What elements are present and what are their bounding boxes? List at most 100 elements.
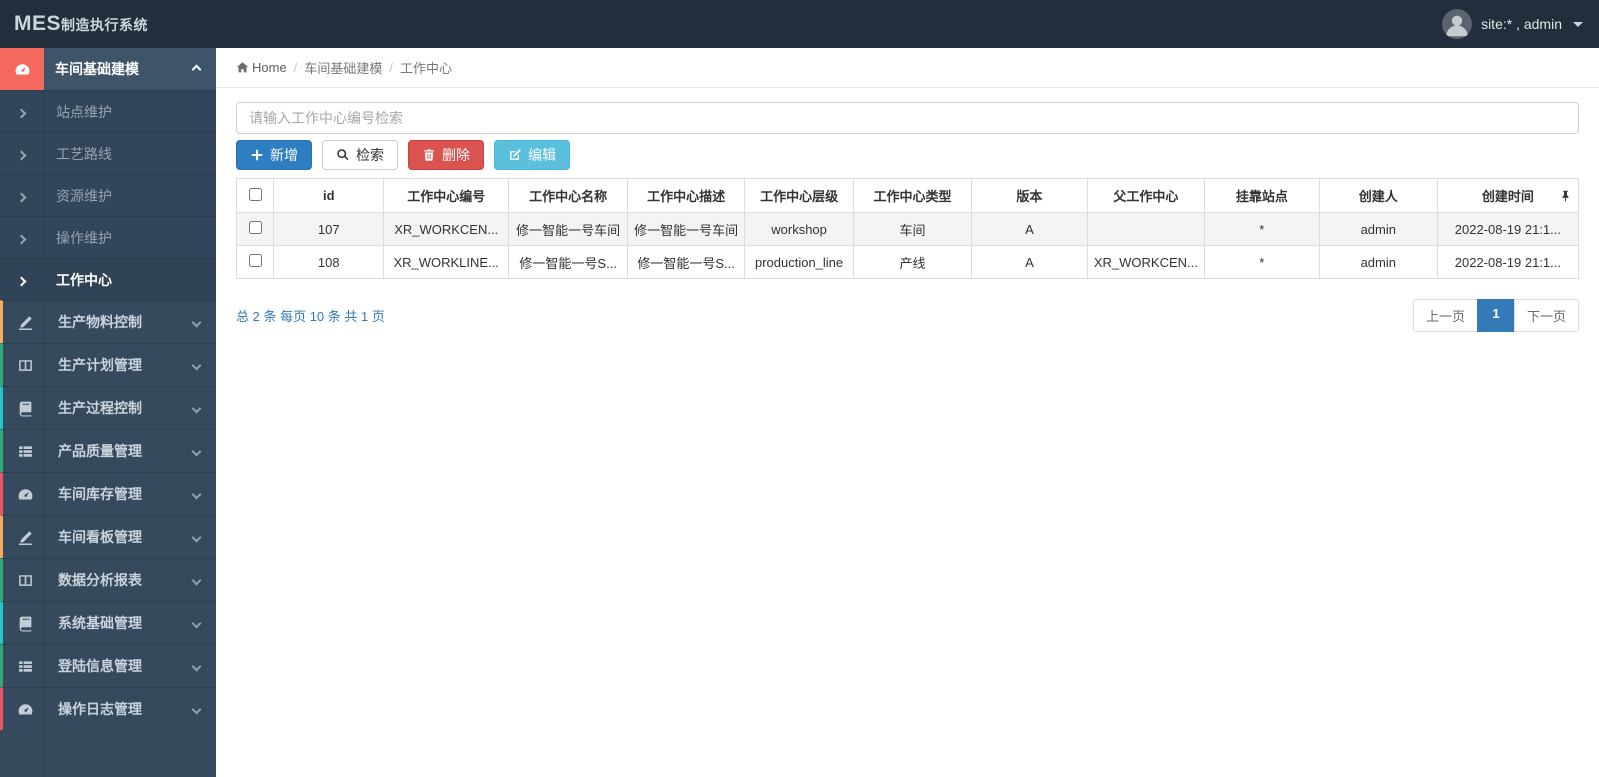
sidebar-group-label: 数据分析报表	[58, 572, 142, 588]
sidebar-group-operation-log-management[interactable]: 操作日志管理	[0, 687, 216, 730]
sidebar-group-label: 生产过程控制	[58, 400, 142, 416]
work-center-table: id 工作中心编号 工作中心名称 工作中心描述 工作中心层级 工作中心类型 版本…	[235, 178, 1580, 279]
sidebar-item-site-maintenance[interactable]: 站点维护	[0, 90, 216, 132]
select-all-checkbox[interactable]	[248, 187, 262, 201]
table-header-row: id 工作中心编号 工作中心名称 工作中心描述 工作中心层级 工作中心类型 版本…	[235, 178, 1580, 213]
dashboard-icon	[16, 700, 34, 718]
sidebar-group-label: 操作日志管理	[58, 701, 142, 717]
columns-icon	[16, 571, 34, 589]
row-checkbox[interactable]	[248, 254, 262, 267]
sidebar-group-material-control[interactable]: 生产物料控制	[0, 300, 216, 343]
home-icon	[236, 62, 249, 73]
sidebar-group-label: 产品质量管理	[58, 443, 142, 459]
sidebar-group-plan-management[interactable]: 生产计划管理	[0, 343, 216, 386]
chevron-down-icon	[191, 313, 202, 331]
row-checkbox[interactable]	[248, 221, 262, 234]
user-label: site:* , admin	[1481, 16, 1562, 32]
col-header-version[interactable]: 版本	[970, 178, 1088, 213]
pagination-bar: 总 2 条 每页 10 条 共 1 页 上一页 1 下一页	[236, 299, 1579, 332]
prev-page-button[interactable]: 上一页	[1412, 299, 1478, 332]
col-header-parent[interactable]: 父工作中心	[1086, 178, 1205, 213]
cell-type: 产线	[853, 245, 972, 279]
sidebar-item-label: 站点维护	[56, 103, 112, 120]
sidebar-group-label: 登陆信息管理	[58, 658, 142, 674]
topbar: MES 制造执行系统 site:* , admin	[0, 0, 1599, 48]
col-header-creator[interactable]: 创建人	[1318, 178, 1438, 213]
col-header-id[interactable]: id	[273, 178, 385, 213]
sidebar-group-label: 系统基础管理	[58, 615, 142, 631]
sidebar-item-operation-maintenance[interactable]: 操作维护	[0, 216, 216, 258]
chevron-right-icon	[16, 188, 27, 204]
chevron-right-icon	[16, 230, 27, 246]
sidebar-group-label: 生产物料控制	[58, 314, 142, 330]
sidebar-group-label: 车间库存管理	[58, 486, 142, 502]
cell-description: 修一智能一号车间	[627, 212, 746, 246]
col-header-name[interactable]: 工作中心名称	[508, 178, 629, 213]
edit-button[interactable]: 编辑	[494, 140, 570, 170]
pin-icon[interactable]	[1559, 189, 1572, 202]
chevron-down-icon	[191, 356, 202, 374]
cell-created-time: 2022-08-19 21:1...	[1436, 245, 1580, 279]
cell-parent	[1086, 212, 1205, 246]
sidebar-group-system-management[interactable]: 系统基础管理	[0, 601, 216, 644]
book-icon	[16, 614, 34, 632]
col-header-level[interactable]: 工作中心层级	[744, 178, 855, 213]
search-button-label: 检索	[356, 147, 384, 163]
logo-primary: MES	[14, 12, 62, 35]
cell-description: 修一智能一号S...	[627, 245, 746, 279]
edit-icon	[510, 149, 521, 160]
sidebar-group-login-info-management[interactable]: 登陆信息管理	[0, 644, 216, 687]
delete-button[interactable]: 删除	[408, 140, 484, 170]
breadcrumb-home-label: Home	[252, 60, 287, 75]
search-button[interactable]: 检索	[322, 140, 398, 170]
sidebar-group-label: 车间基础建模	[55, 61, 139, 77]
chevron-down-icon	[191, 485, 202, 503]
sidebar-group-process-control[interactable]: 生产过程控制	[0, 386, 216, 429]
col-header-description[interactable]: 工作中心描述	[627, 178, 746, 213]
logo-secondary: 制造执行系统	[61, 17, 149, 33]
cell-creator: admin	[1318, 212, 1438, 246]
sidebar-group-kanban-management[interactable]: 车间看板管理	[0, 515, 216, 558]
breadcrumb: Home / 车间基础建模 / 工作中心	[216, 48, 1599, 88]
app-logo: MES 制造执行系统	[14, 12, 148, 36]
sidebar-item-resource-maintenance[interactable]: 资源维护	[0, 174, 216, 216]
sidebar-item-process-route[interactable]: 工艺路线	[0, 132, 216, 174]
breadcrumb-separator: /	[293, 60, 298, 75]
col-header-created-time[interactable]: 创建时间	[1436, 178, 1580, 213]
breadcrumb-item-workshop-modeling[interactable]: 车间基础建模	[304, 58, 382, 77]
cell-station: *	[1203, 245, 1320, 279]
search-input[interactable]	[236, 102, 1579, 134]
sidebar-item-work-center[interactable]: 工作中心	[0, 258, 216, 300]
col-header-code[interactable]: 工作中心编号	[383, 178, 510, 213]
add-button[interactable]: 新增	[236, 140, 312, 170]
pagination-summary: 总 2 条 每页 10 条 共 1 页	[236, 306, 385, 325]
cell-name: 修一智能一号S...	[508, 245, 629, 279]
page-1-button[interactable]: 1	[1476, 299, 1515, 332]
pencil-icon	[16, 528, 34, 546]
dashboard-icon	[0, 48, 44, 90]
sidebar-group-quality-management[interactable]: 产品质量管理	[0, 429, 216, 472]
total-count: 总 2 条	[236, 309, 277, 324]
row-select-cell	[235, 212, 275, 246]
col-header-type[interactable]: 工作中心类型	[853, 178, 972, 213]
table-row[interactable]: 107 XR_WORKCEN... 修一智能一号车间 修一智能一号车间 work…	[235, 212, 1580, 246]
chevron-right-icon	[16, 104, 27, 120]
table-row[interactable]: 108 XR_WORKLINE... 修一智能一号S... 修一智能一号S...…	[235, 245, 1580, 279]
chevron-right-icon	[16, 272, 27, 288]
col-header-station[interactable]: 挂靠站点	[1203, 178, 1320, 213]
list-icon	[16, 657, 34, 675]
next-page-button[interactable]: 下一页	[1513, 299, 1579, 332]
chevron-down-icon	[191, 700, 202, 718]
sidebar-group-inventory-management[interactable]: 车间库存管理	[0, 472, 216, 515]
breadcrumb-home-link[interactable]: Home	[236, 60, 287, 75]
cell-version: A	[970, 245, 1088, 279]
cell-code: XR_WORKCEN...	[383, 212, 510, 246]
sidebar-group-workshop-modeling[interactable]: 车间基础建模	[0, 48, 216, 90]
user-menu[interactable]: site:* , admin	[1442, 9, 1583, 39]
chevron-down-icon	[191, 442, 202, 460]
dashboard-icon	[16, 485, 34, 503]
cell-id: 108	[273, 245, 385, 279]
page-size: 每页 10 条	[280, 309, 341, 324]
sidebar-group-analytics-reports[interactable]: 数据分析报表	[0, 558, 216, 601]
sidebar-submenu: 站点维护 工艺路线 资源维护 操作维护 工作中心	[0, 90, 216, 300]
